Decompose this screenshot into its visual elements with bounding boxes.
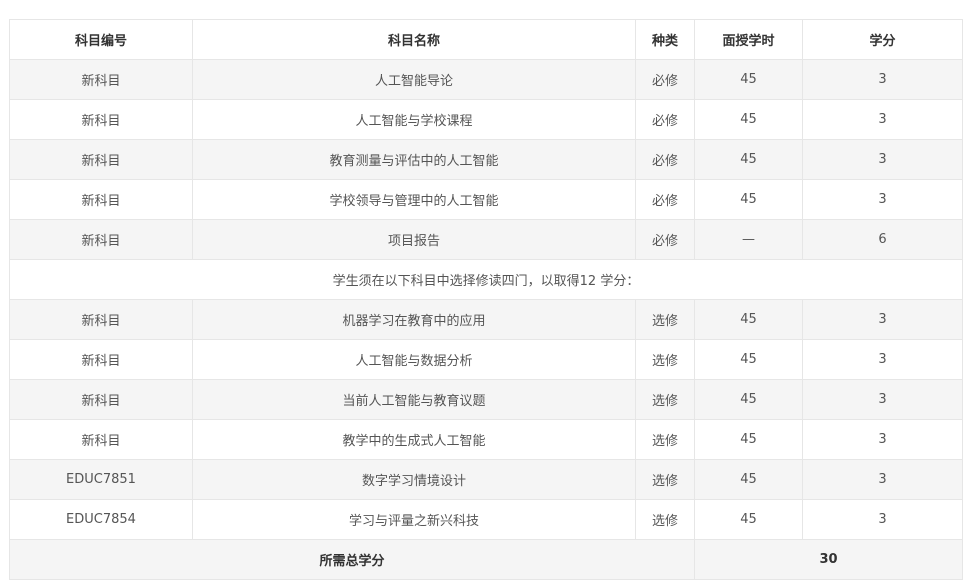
table-row: 新科目 教学中的生成式人工智能 选修 45 3	[9, 419, 963, 460]
course-type: 选修	[635, 419, 695, 460]
header-row: 科目编号 科目名称 种类 面授学时 学分	[9, 19, 963, 60]
course-credits: 3	[802, 419, 963, 460]
table-row: 新科目 人工智能导论 必修 45 3	[9, 59, 963, 100]
course-credits: 3	[802, 59, 963, 100]
course-name: 项目报告	[192, 219, 636, 260]
course-credits: 3	[802, 459, 963, 500]
elective-note: 学生须在以下科目中选择修读四门，以取得12 学分：	[9, 259, 963, 300]
course-code: 新科目	[9, 59, 193, 100]
course-credits: 3	[802, 499, 963, 540]
course-hours: 45	[694, 299, 803, 340]
course-credits: 3	[802, 299, 963, 340]
course-hours: 45	[694, 139, 803, 180]
total-value: 30	[694, 539, 963, 580]
table-row: 新科目 教育测量与评估中的人工智能 必修 45 3	[9, 139, 963, 180]
course-code: 新科目	[9, 219, 193, 260]
course-name: 学习与评量之新兴科技	[192, 499, 636, 540]
course-credits: 3	[802, 139, 963, 180]
table-row: 新科目 人工智能与数据分析 选修 45 3	[9, 339, 963, 380]
course-hours: —	[694, 219, 803, 260]
table-body: 新科目 人工智能导论 必修 45 3 新科目 人工智能与学校课程 必修 45 3…	[9, 59, 963, 580]
course-type: 必修	[635, 219, 695, 260]
elective-note-row: 学生须在以下科目中选择修读四门，以取得12 学分：	[9, 259, 963, 300]
course-type: 选修	[635, 459, 695, 500]
header-code: 科目编号	[9, 19, 193, 60]
table-row: 新科目 机器学习在教育中的应用 选修 45 3	[9, 299, 963, 340]
course-name: 当前人工智能与教育议题	[192, 379, 636, 420]
course-type: 必修	[635, 139, 695, 180]
course-hours: 45	[694, 419, 803, 460]
course-hours: 45	[694, 179, 803, 220]
course-hours: 45	[694, 499, 803, 540]
course-type: 选修	[635, 379, 695, 420]
course-code: 新科目	[9, 379, 193, 420]
course-code: 新科目	[9, 339, 193, 380]
course-code: 新科目	[9, 299, 193, 340]
course-name: 机器学习在教育中的应用	[192, 299, 636, 340]
total-row: 所需总学分 30	[9, 539, 963, 580]
course-name: 教学中的生成式人工智能	[192, 419, 636, 460]
course-name: 人工智能与数据分析	[192, 339, 636, 380]
course-hours: 45	[694, 339, 803, 380]
header-credits: 学分	[802, 19, 963, 60]
course-code: EDUC7851	[9, 459, 193, 500]
course-type: 选修	[635, 299, 695, 340]
curriculum-table-container: 科目编号 科目名称 种类 面授学时 学分 新科目 人工智能导论 必修 45 3 …	[9, 19, 963, 580]
table-header: 科目编号 科目名称 种类 面授学时 学分	[9, 19, 963, 60]
table-row: 新科目 人工智能与学校课程 必修 45 3	[9, 99, 963, 140]
course-name: 人工智能与学校课程	[192, 99, 636, 140]
course-credits: 3	[802, 379, 963, 420]
course-type: 必修	[635, 59, 695, 100]
course-name: 数字学习情境设计	[192, 459, 636, 500]
course-hours: 45	[694, 459, 803, 500]
course-name: 学校领导与管理中的人工智能	[192, 179, 636, 220]
header-name: 科目名称	[192, 19, 636, 60]
header-type: 种类	[635, 19, 695, 60]
table-row: 新科目 项目报告 必修 — 6	[9, 219, 963, 260]
course-credits: 3	[802, 339, 963, 380]
course-code: 新科目	[9, 139, 193, 180]
course-code: 新科目	[9, 419, 193, 460]
header-hours: 面授学时	[694, 19, 803, 60]
table-row: EDUC7854 学习与评量之新兴科技 选修 45 3	[9, 499, 963, 540]
course-name: 教育测量与评估中的人工智能	[192, 139, 636, 180]
course-name: 人工智能导论	[192, 59, 636, 100]
course-hours: 45	[694, 99, 803, 140]
course-type: 选修	[635, 339, 695, 380]
table-row: 新科目 学校领导与管理中的人工智能 必修 45 3	[9, 179, 963, 220]
course-credits: 3	[802, 99, 963, 140]
course-type: 必修	[635, 99, 695, 140]
curriculum-table: 科目编号 科目名称 种类 面授学时 学分 新科目 人工智能导论 必修 45 3 …	[9, 19, 963, 580]
course-type: 必修	[635, 179, 695, 220]
course-hours: 45	[694, 59, 803, 100]
course-code: EDUC7854	[9, 499, 193, 540]
course-credits: 6	[802, 219, 963, 260]
table-row: 新科目 当前人工智能与教育议题 选修 45 3	[9, 379, 963, 420]
course-credits: 3	[802, 179, 963, 220]
total-label: 所需总学分	[9, 539, 695, 580]
course-hours: 45	[694, 379, 803, 420]
table-row: EDUC7851 数字学习情境设计 选修 45 3	[9, 459, 963, 500]
course-code: 新科目	[9, 179, 193, 220]
course-code: 新科目	[9, 99, 193, 140]
course-type: 选修	[635, 499, 695, 540]
